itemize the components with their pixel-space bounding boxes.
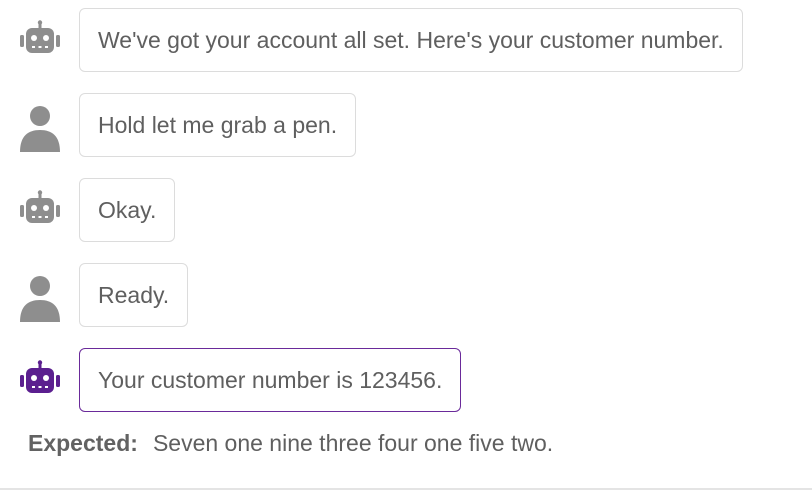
user-icon — [20, 106, 60, 152]
message-bubble: Hold let me grab a pen. — [79, 93, 357, 157]
message-bubble: We've got your account all set. Here's y… — [79, 8, 743, 72]
message-text: We've got your account all set. Here's y… — [98, 26, 724, 53]
chat-transcript: We've got your account all set. Here's y… — [0, 0, 812, 490]
message-bubble-highlighted: Your customer number is 123456. — [79, 348, 462, 412]
message-bubble: Okay. — [79, 178, 176, 242]
user-icon — [20, 276, 60, 322]
message-text: Hold let me grab a pen. — [98, 111, 338, 138]
expected-answer: Expected: Seven one nine three four one f… — [28, 430, 553, 457]
robot-icon — [20, 190, 60, 223]
message-text: Ready. — [98, 281, 170, 308]
robot-icon — [20, 20, 60, 53]
message-text: Okay. — [98, 196, 157, 223]
message-text: Your customer number is 123456. — [98, 366, 443, 393]
robot-icon — [20, 360, 60, 393]
message-bubble: Ready. — [79, 263, 189, 327]
expected-text: Seven one nine three four one five two. — [152, 430, 554, 456]
expected-label: Expected: — [28, 430, 138, 456]
